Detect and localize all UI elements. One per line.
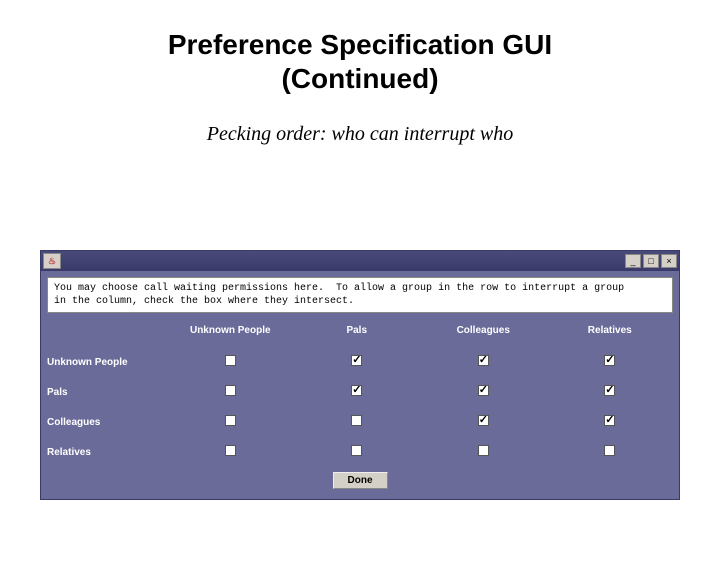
- java-icon: ♨: [48, 256, 56, 267]
- permissions-grid: Unknown People Pals Colleagues Relatives…: [47, 321, 673, 464]
- checkbox-r3-c2[interactable]: [478, 445, 489, 456]
- col-head-2: Colleagues: [420, 321, 547, 344]
- minimize-button[interactable]: _: [625, 254, 641, 268]
- slide-title-line1: Preference Specification GUI: [0, 28, 720, 62]
- app-window: ♨ _ □ × You may choose call waiting perm…: [40, 250, 680, 500]
- slide-title: Preference Specification GUI (Continued): [0, 28, 720, 95]
- checkbox-r2-c3[interactable]: [604, 415, 615, 426]
- checkbox-r0-c2[interactable]: [478, 355, 489, 366]
- checkbox-r2-c1[interactable]: [351, 415, 362, 426]
- done-button[interactable]: Done: [333, 472, 388, 489]
- row-head-2: Colleagues: [47, 413, 167, 432]
- checkbox-r2-c0[interactable]: [225, 415, 236, 426]
- checkbox-r1-c3[interactable]: [604, 385, 615, 396]
- col-head-1: Pals: [294, 321, 421, 344]
- row-head-0: Unknown People: [47, 353, 167, 372]
- slide-title-line2: (Continued): [0, 62, 720, 96]
- row-head-3: Relatives: [47, 443, 167, 462]
- titlebar: ♨ _ □ ×: [41, 251, 679, 271]
- row-head-1: Pals: [47, 383, 167, 402]
- checkbox-r3-c0[interactable]: [225, 445, 236, 456]
- checkbox-r3-c3[interactable]: [604, 445, 615, 456]
- window-content: You may choose call waiting permissions …: [41, 271, 679, 499]
- close-button[interactable]: ×: [661, 254, 677, 268]
- done-row: Done: [47, 470, 673, 493]
- col-head-3: Relatives: [547, 321, 674, 344]
- checkbox-r1-c1[interactable]: [351, 385, 362, 396]
- checkbox-r3-c1[interactable]: [351, 445, 362, 456]
- maximize-button[interactable]: □: [643, 254, 659, 268]
- checkbox-r0-c3[interactable]: [604, 355, 615, 366]
- col-head-0: Unknown People: [167, 321, 294, 344]
- checkbox-r2-c2[interactable]: [478, 415, 489, 426]
- app-icon: ♨: [43, 253, 61, 269]
- slide-subtitle: Pecking order: who can interrupt who: [0, 123, 720, 146]
- instructions-text: You may choose call waiting permissions …: [47, 277, 673, 313]
- checkbox-r0-c0[interactable]: [225, 355, 236, 366]
- checkbox-r1-c2[interactable]: [478, 385, 489, 396]
- window-controls: _ □ ×: [625, 254, 677, 268]
- checkbox-r0-c1[interactable]: [351, 355, 362, 366]
- checkbox-r1-c0[interactable]: [225, 385, 236, 396]
